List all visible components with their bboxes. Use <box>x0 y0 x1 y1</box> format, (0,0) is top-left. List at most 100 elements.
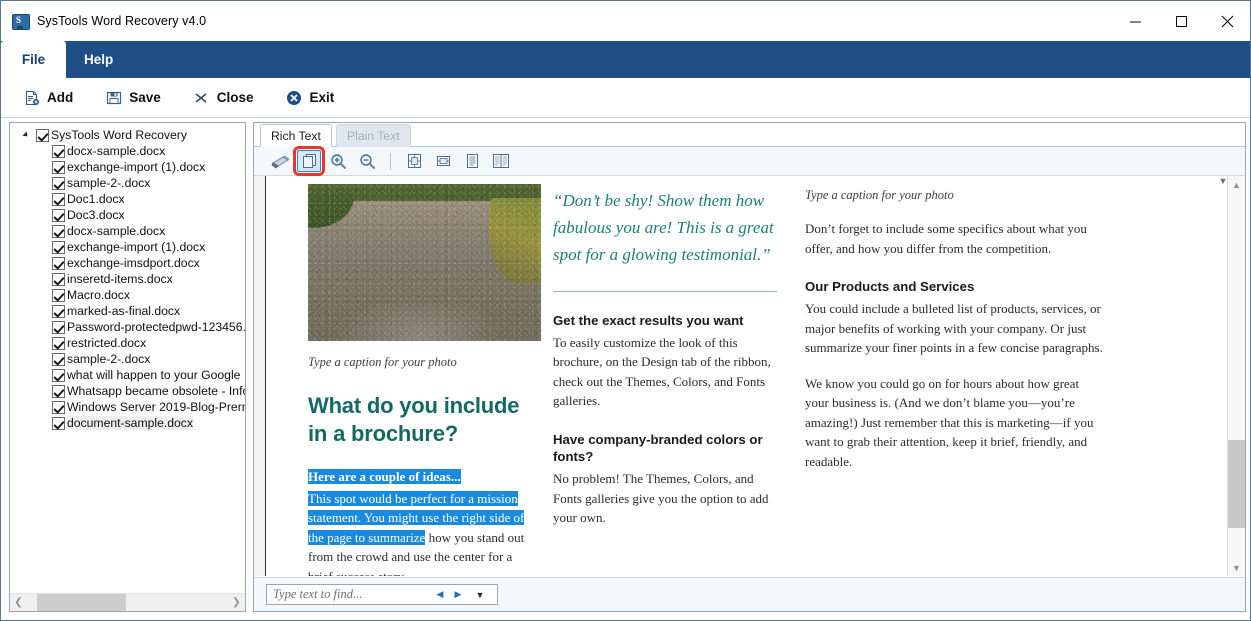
systools-icon: S <box>11 12 30 30</box>
item-checkbox[interactable] <box>52 368 65 382</box>
copy-pages-icon[interactable] <box>293 146 325 176</box>
item-checkbox[interactable] <box>52 208 65 222</box>
tree-root-label: SysTools Word Recovery <box>51 128 187 142</box>
save-button[interactable]: Save <box>89 78 177 118</box>
highlighted-text-block: Here are a couple of ideas... This spot … <box>308 467 525 576</box>
document-vertical-scrollbar[interactable]: ▼ ▲ ▼ <box>1219 176 1245 576</box>
scroll-down-icon[interactable]: ▼ <box>1228 559 1245 576</box>
file-tree: SysTools Word Recovery docx-sample.docx … <box>10 123 245 431</box>
tab-file[interactable]: File <box>1 41 66 78</box>
application-window: S SysTools Word Recovery v4.0 File Help <box>0 0 1251 621</box>
chevron-right-icon[interactable]: ❯ <box>228 594 245 611</box>
tree-item[interactable]: Windows Server 2019-Blog-Prern <box>10 399 245 415</box>
tree-item-label: exchange-import (1).docx <box>67 240 206 254</box>
tree-root-node[interactable]: SysTools Word Recovery <box>10 127 245 143</box>
find-next-icon[interactable]: ▶ <box>451 585 465 604</box>
chevron-left-icon[interactable]: ❮ <box>10 594 27 611</box>
tree-item[interactable]: docx-sample.docx <box>10 223 245 239</box>
zoom-out-icon[interactable] <box>355 150 379 172</box>
find-options-icon[interactable]: ▼ <box>473 585 487 604</box>
floppy-disk-icon <box>105 89 122 106</box>
photo-caption-left: Type a caption for your photo <box>308 355 457 369</box>
tree-item[interactable]: sample-2-.docx <box>10 351 245 367</box>
tree-item[interactable]: docx-sample.docx <box>10 143 245 159</box>
zoom-in-icon[interactable] <box>326 150 350 172</box>
document-column-1: Type a caption for your photo What do yo… <box>308 184 553 576</box>
tree-item[interactable]: sample-2-.docx <box>10 175 245 191</box>
save-label: Save <box>129 90 161 105</box>
tab-help[interactable]: Help <box>66 41 131 78</box>
document-columns: Type a caption for your photo What do yo… <box>308 184 1209 576</box>
tree-item[interactable]: restricted.docx <box>10 335 245 351</box>
tree-item-label: Whatsapp became obsolete - Info <box>67 384 245 398</box>
search-input[interactable] <box>267 584 425 605</box>
file-tree-scroll: SysTools Word Recovery docx-sample.docx … <box>10 123 245 593</box>
maximize-icon[interactable] <box>1158 1 1204 41</box>
item-checkbox[interactable] <box>52 256 65 270</box>
item-checkbox[interactable] <box>52 144 65 158</box>
toolbar-separator <box>390 152 391 170</box>
gravel-road-photo <box>308 184 541 341</box>
root-checkbox[interactable] <box>36 128 49 142</box>
tree-item[interactable]: Doc1.docx <box>10 191 245 207</box>
item-checkbox[interactable] <box>52 304 65 318</box>
window-controls <box>1112 1 1250 41</box>
item-checkbox[interactable] <box>52 176 65 190</box>
intro-body-right: Don’t forget to include some specifics a… <box>805 221 1087 256</box>
close-button[interactable]: Close <box>177 78 270 118</box>
chevron-down-icon[interactable] <box>22 130 33 141</box>
tree-item[interactable]: what will happen to your Google <box>10 367 245 383</box>
item-checkbox[interactable] <box>52 272 65 286</box>
photo-caption-right: Type a caption for your photo <box>805 188 954 202</box>
item-checkbox[interactable] <box>52 384 65 398</box>
item-checkbox[interactable] <box>52 400 65 414</box>
item-checkbox[interactable] <box>52 160 65 174</box>
tree-item[interactable]: inseretd-items.docx <box>10 271 245 287</box>
tree-item-selected[interactable]: document-sample.docx <box>10 415 245 431</box>
tree-item[interactable]: exchange-import (1).docx <box>10 239 245 255</box>
tree-item-label: docx-sample.docx <box>67 144 166 158</box>
tree-item[interactable]: exchange-import (1).docx <box>10 159 245 175</box>
tab-plain-text[interactable]: Plain Text <box>336 124 411 147</box>
single-page-icon[interactable] <box>460 150 484 172</box>
hscroll-thumb[interactable] <box>37 594 126 611</box>
print-icon[interactable] <box>268 150 292 172</box>
tree-item[interactable]: Macro.docx <box>10 287 245 303</box>
fit-page-icon[interactable] <box>402 150 426 172</box>
find-prev-icon[interactable]: ◀ <box>433 585 447 604</box>
exit-button[interactable]: Exit <box>270 78 351 118</box>
vscroll-thumb[interactable] <box>1228 440 1245 528</box>
document-column-2: “Don’t be shy! Show them how fabulous yo… <box>553 184 805 576</box>
item-checkbox[interactable] <box>52 352 65 366</box>
item-checkbox[interactable] <box>52 336 65 350</box>
ribbon-tabs: File Help <box>1 41 131 78</box>
scrollbar-split-handle[interactable]: ▼ <box>1218 176 1228 188</box>
add-button[interactable]: Add <box>1 78 89 118</box>
minimize-icon[interactable] <box>1112 1 1158 41</box>
item-checkbox[interactable] <box>52 224 65 238</box>
tree-horizontal-scrollbar[interactable]: ❮ ❯ <box>10 593 245 611</box>
item-checkbox[interactable] <box>52 416 65 430</box>
tree-item[interactable]: exchange-imsdport.docx <box>10 255 245 271</box>
item-checkbox[interactable] <box>52 240 65 254</box>
item-checkbox[interactable] <box>52 192 65 206</box>
find-box[interactable]: ◀ ▶ ▼ <box>266 584 498 605</box>
two-page-icon[interactable] <box>489 150 513 172</box>
item-checkbox[interactable] <box>52 320 65 334</box>
tree-item-label: Macro.docx <box>67 288 130 302</box>
close-icon[interactable] <box>1204 1 1250 41</box>
tree-item[interactable]: Doc3.docx <box>10 207 245 223</box>
item-checkbox[interactable] <box>52 288 65 302</box>
scroll-up-icon[interactable]: ▲ <box>1228 176 1245 193</box>
tree-item-label: restricted.docx <box>67 336 147 350</box>
exit-circle-icon <box>286 89 303 106</box>
section-body-products: You could include a bulleted list of pro… <box>805 301 1103 356</box>
tree-item-label: sample-2-.docx <box>67 352 151 366</box>
tree-item[interactable]: Password-protectedpwd-123456. <box>10 319 245 335</box>
window-title: SysTools Word Recovery v4.0 <box>37 14 207 28</box>
tree-item[interactable]: marked-as-final.docx <box>10 303 245 319</box>
tab-rich-text[interactable]: Rich Text <box>260 124 332 147</box>
tree-item-label: what will happen to your Google <box>67 368 241 382</box>
tree-item[interactable]: Whatsapp became obsolete - Info <box>10 383 245 399</box>
fit-width-icon[interactable] <box>431 150 455 172</box>
